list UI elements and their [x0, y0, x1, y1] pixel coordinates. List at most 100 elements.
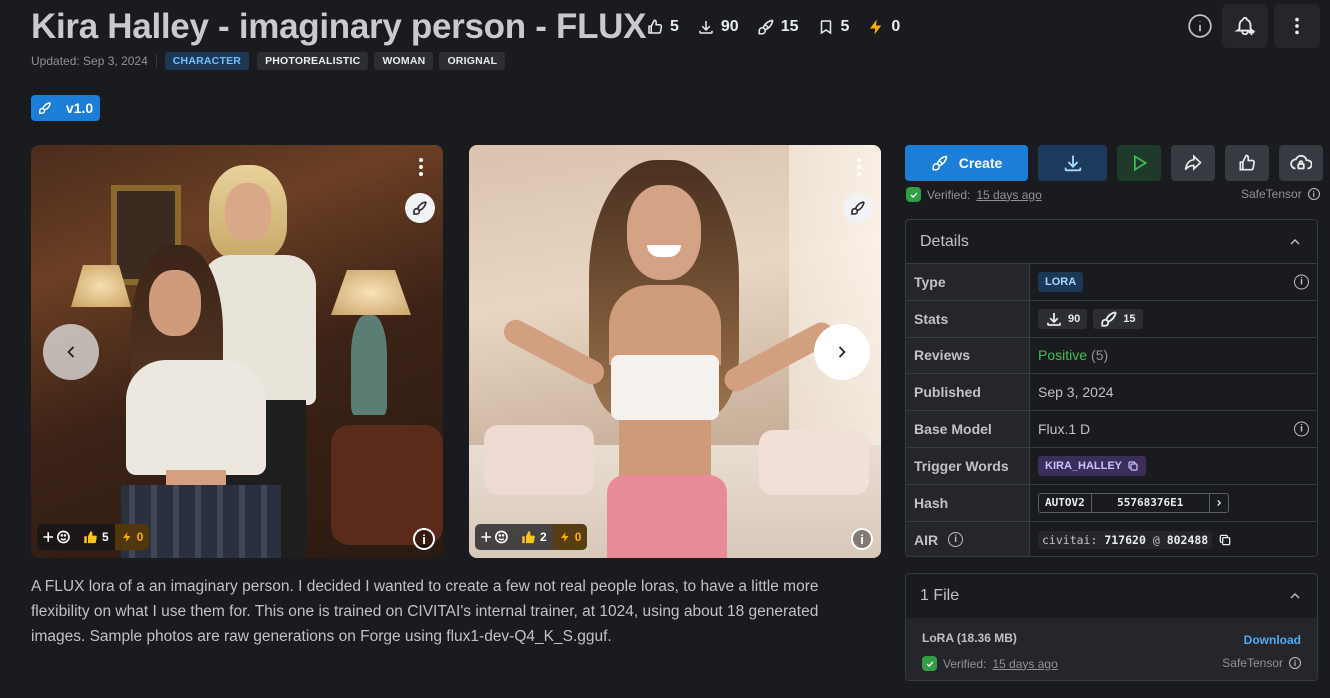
remix-button[interactable]	[405, 193, 435, 223]
share-button[interactable]	[1171, 145, 1215, 181]
hash-value[interactable]: 55768376E1	[1092, 493, 1210, 512]
bookmark-icon	[820, 20, 831, 35]
cloud-lock-icon	[1290, 154, 1312, 170]
verified-date-link[interactable]: 15 days ago	[976, 188, 1041, 202]
row-label: Hash	[906, 484, 1030, 521]
info-icon[interactable]: i	[948, 532, 964, 548]
files-panel: 1 File LoRA (18.36 MB) Download Verified…	[905, 573, 1318, 681]
thumbs-up-emoji-icon	[522, 530, 535, 543]
white-shirt	[126, 360, 266, 475]
version-label: v1.0	[65, 100, 94, 116]
page-title: Kira Halley - imaginary person - FLUX	[31, 7, 647, 46]
file-verified-date[interactable]: 15 days ago	[992, 657, 1057, 671]
generations-badge: 15	[1093, 308, 1143, 329]
like-reaction[interactable]: 5	[77, 524, 115, 550]
info-icon[interactable]: i	[1294, 274, 1309, 290]
likes-stat[interactable]: 5	[638, 14, 687, 40]
buzz-stat[interactable]: 0	[859, 14, 908, 40]
info-icon[interactable]: i	[1294, 421, 1309, 437]
info-button[interactable]	[1177, 4, 1223, 48]
info-icon[interactable]: i	[1307, 188, 1320, 200]
tip-buzz-button[interactable]: 0	[552, 524, 588, 550]
row-label: AIR	[914, 531, 939, 548]
details-title: Details	[920, 232, 969, 250]
carousel-next-button[interactable]	[814, 324, 870, 380]
tag-photorealistic[interactable]: PHOTOREALISTIC	[257, 52, 369, 70]
hash-type[interactable]: AUTOV2	[1039, 493, 1092, 512]
reviews-sentiment[interactable]: Positive	[1038, 347, 1087, 363]
remix-button[interactable]	[843, 193, 873, 223]
download-button[interactable]	[1038, 145, 1107, 181]
base-model-value: Flux.1 D	[1038, 421, 1091, 438]
trigger-word-badge[interactable]: KIRA_HALLEY	[1038, 455, 1147, 476]
image-menu-button[interactable]	[409, 155, 433, 179]
hash-next-button[interactable]	[1210, 494, 1228, 512]
detail-row-base-model: Base Model Flux.1 D i	[906, 411, 1317, 448]
air-identifier: civitai: 717620 @ 802488	[1038, 530, 1213, 549]
detail-row-hash: Hash AUTOV2 55768376E1	[906, 484, 1317, 522]
bell-plus-icon	[1234, 16, 1256, 36]
like-button[interactable]	[1225, 145, 1269, 181]
info-icon: i	[860, 531, 864, 547]
bolt-icon	[870, 19, 882, 35]
hash-widget[interactable]: AUTOV2 55768376E1	[1038, 492, 1229, 513]
add-reaction-button[interactable]	[475, 524, 515, 550]
brush-icon	[38, 102, 51, 114]
thumbs-up-emoji-icon	[84, 530, 97, 543]
like-reaction[interactable]: 2	[515, 524, 553, 550]
buzz-count: 0	[891, 18, 901, 35]
download-icon	[1047, 312, 1061, 326]
file-format: SafeTensor i	[1222, 656, 1301, 670]
lamp-shade-right	[331, 270, 411, 315]
row-label: Published	[906, 374, 1030, 411]
generations-value: 15	[1123, 312, 1136, 325]
brush-icon	[932, 155, 948, 171]
buzz-count: 0	[136, 530, 144, 544]
downloads-stat[interactable]: 90	[689, 14, 747, 40]
files-header[interactable]: 1 File	[906, 574, 1317, 618]
divider	[155, 54, 157, 68]
brush-icon	[1101, 311, 1117, 327]
chevron-right-icon	[1217, 499, 1221, 506]
file-download-link[interactable]: Download	[1244, 633, 1301, 647]
image-menu-button[interactable]	[847, 155, 871, 179]
tag-woman[interactable]: WOMAN	[374, 52, 434, 70]
details-header[interactable]: Details	[906, 220, 1317, 264]
more-menu-button[interactable]	[1274, 4, 1320, 48]
add-emoji-icon	[481, 530, 508, 544]
row-label: Reviews	[906, 337, 1030, 374]
detail-row-published: Published Sep 3, 2024	[906, 374, 1317, 412]
cloud-save-button[interactable]	[1279, 145, 1323, 181]
chevron-up-icon	[1290, 238, 1300, 244]
version-button[interactable]: v1.0	[31, 95, 100, 121]
row-label: Trigger Words	[906, 447, 1030, 484]
tip-buzz-button[interactable]: 0	[114, 524, 150, 550]
row-label: Base Model	[906, 411, 1030, 447]
face-seated	[149, 270, 201, 336]
generations-stat[interactable]: 15	[749, 14, 807, 40]
tag-original[interactable]: ORIGNAL	[439, 52, 506, 70]
files-title: 1 File	[920, 587, 960, 604]
detail-row-stats: Stats 90 15	[906, 300, 1317, 338]
run-button[interactable]	[1117, 145, 1161, 181]
bookmarks-count: 5	[840, 18, 850, 35]
bookmarks-stat[interactable]: 5	[809, 14, 858, 40]
carousel-prev-button[interactable]	[43, 324, 99, 380]
info-icon[interactable]: i	[1289, 657, 1301, 669]
notify-button[interactable]	[1222, 4, 1268, 48]
image-info-button[interactable]: i	[413, 528, 435, 550]
info-icon: i	[422, 531, 426, 547]
row-label: Type	[906, 264, 1030, 300]
pillow-right	[759, 430, 869, 495]
add-reaction-button[interactable]	[37, 524, 77, 550]
face-standing	[225, 183, 271, 241]
copy-icon[interactable]	[1218, 533, 1232, 547]
image-info-button[interactable]: i	[851, 528, 873, 550]
window-light	[789, 145, 881, 445]
leather-chair	[331, 425, 443, 545]
generations-count: 15	[780, 18, 799, 35]
midriff	[619, 420, 711, 480]
like-count: 2	[540, 530, 547, 544]
tag-character[interactable]: CHARACTER	[164, 52, 250, 70]
create-button[interactable]: Create	[905, 145, 1028, 181]
